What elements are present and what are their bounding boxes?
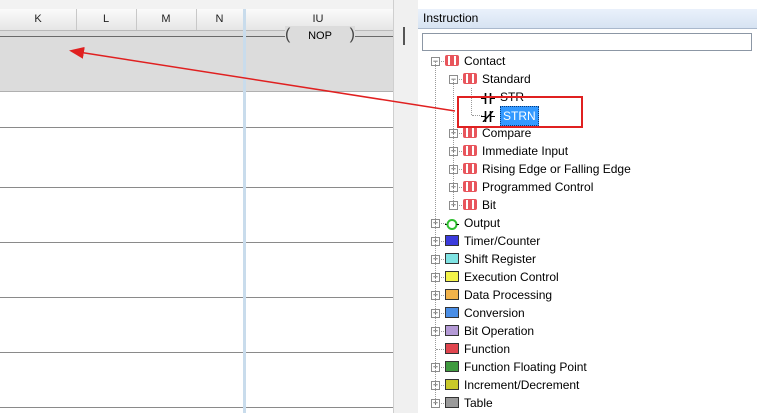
bit-operation-icon: [445, 325, 459, 336]
column-header-m: M: [136, 9, 197, 30]
tree-item[interactable]: + Timer/Counter: [418, 232, 757, 250]
table-icon: [445, 397, 459, 408]
increment-decrement-icon: [445, 379, 459, 390]
shift-register-icon: [445, 253, 459, 264]
tree-item[interactable]: + Programmed Control: [418, 178, 757, 196]
tree-item[interactable]: + Execution Control: [418, 268, 757, 286]
tree-item[interactable]: − Standard: [418, 70, 757, 88]
tree-guide-line: [435, 61, 436, 403]
tree-item[interactable]: + Output: [418, 214, 757, 232]
column-guide: [243, 9, 246, 31]
column-header-n: N: [196, 9, 244, 30]
instruction-pane-title: Instruction: [418, 9, 757, 29]
tree-item[interactable]: + Function Floating Point: [418, 358, 757, 376]
highlight-box: [457, 96, 583, 128]
tree-item-label: Bit Operation: [464, 324, 535, 338]
contact-icon: [463, 73, 477, 84]
tree-item-label: Increment/Decrement: [464, 378, 580, 392]
contact-icon: [463, 181, 477, 192]
tree-item-label: Rising Edge or Falling Edge: [482, 162, 631, 176]
contact-icon: [463, 127, 477, 138]
output-coil-icon: [445, 217, 459, 230]
ladder-rung-divider: [0, 127, 393, 128]
tree-item[interactable]: + Rising Edge or Falling Edge: [418, 160, 757, 178]
ladder-rung-divider: [0, 242, 393, 243]
tree-item-label: Function Floating Point: [464, 360, 587, 374]
coil-right-paren: ): [349, 26, 355, 43]
nop-instruction[interactable]: ( NOP ): [285, 26, 355, 46]
ladder-rung-divider: [0, 352, 393, 353]
column-header-l: L: [76, 9, 137, 30]
function-icon: [445, 343, 459, 354]
tree-item-label: Bit: [482, 198, 497, 212]
tree-item[interactable]: + Data Processing: [418, 286, 757, 304]
contact-icon: [463, 145, 477, 156]
tree-item-label: Data Processing: [464, 288, 553, 302]
timer-counter-icon: [445, 235, 459, 246]
ladder-rung-divider: [0, 407, 393, 408]
function-floating-point-icon: [445, 361, 459, 372]
execution-control-icon: [445, 271, 459, 282]
contact-icon: [445, 55, 459, 66]
coil-left-paren: (: [285, 26, 291, 43]
tree-item-label: Function: [464, 342, 511, 356]
ladder-editor[interactable]: K L M N IU ( NOP ): [0, 0, 393, 413]
instruction-pane: Instruction − Contact − Standard STR STRN + Com…: [418, 0, 757, 413]
tree-item-label: Standard: [482, 72, 531, 86]
tree-item[interactable]: + Shift Register: [418, 250, 757, 268]
tree-item-label: Shift Register: [464, 252, 537, 266]
tree-item-label: Programmed Control: [482, 180, 594, 194]
tree-item[interactable]: + Bit Operation: [418, 322, 757, 340]
ladder-rung-divider: [0, 187, 393, 188]
tree-item[interactable]: + Conversion: [418, 304, 757, 322]
data-processing-icon: [445, 289, 459, 300]
tree-item[interactable]: + Bit: [418, 196, 757, 214]
ladder-rung-divider: [0, 297, 393, 298]
column-header-k: K: [0, 9, 77, 30]
tree-item[interactable]: + Immediate Input: [418, 142, 757, 160]
splitter-grip[interactable]: [403, 27, 405, 45]
tree-item[interactable]: Function: [418, 340, 757, 358]
nop-label: NOP: [308, 30, 332, 42]
tree-item-label: Contact: [464, 54, 506, 68]
tree-item[interactable]: + Table: [418, 394, 757, 412]
tree-item-label: Output: [464, 216, 501, 230]
tree-guide-line: [453, 79, 454, 205]
column-guide: [243, 31, 246, 413]
pane-splitter[interactable]: [393, 0, 419, 413]
tree-item-label: Timer/Counter: [464, 234, 541, 248]
conversion-icon: [445, 307, 459, 318]
contact-icon: [463, 199, 477, 210]
tree-item[interactable]: + Increment/Decrement: [418, 376, 757, 394]
tree-item[interactable]: − Contact: [418, 52, 757, 70]
tree-item-label: Immediate Input: [482, 144, 569, 158]
tree-item-label: Table: [464, 396, 493, 410]
contact-icon: [463, 163, 477, 174]
tree-item-label: Conversion: [464, 306, 525, 320]
tree-item-label: Execution Control: [464, 270, 559, 284]
instruction-search-input[interactable]: [422, 33, 752, 51]
